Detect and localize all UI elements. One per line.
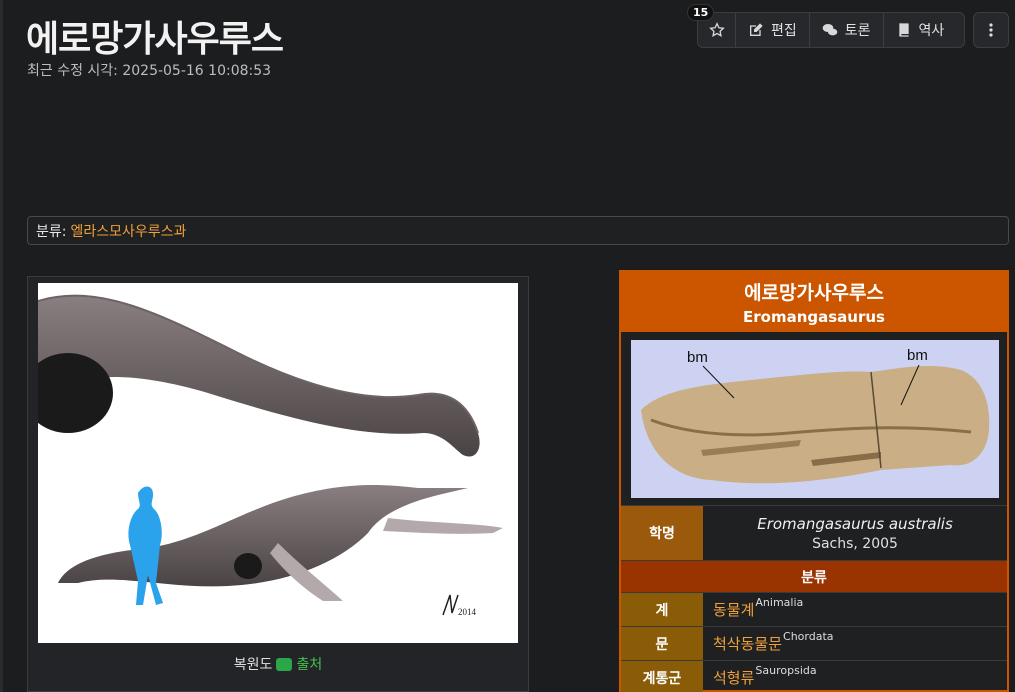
article-toolbar: 15 편집 토론 역사 — [687, 4, 965, 48]
more-options-button[interactable] — [973, 12, 1009, 48]
caption-text: 복원도 — [233, 657, 273, 673]
source-link[interactable]: 출처 — [296, 654, 322, 674]
fossil-skull-image: bm bm — [641, 347, 990, 484]
discuss-label: 토론 — [844, 23, 871, 39]
taxon-row: 문 척삭동물문 Chordata — [621, 627, 1007, 661]
infobox-title-korean: 에로망가사우루스 — [744, 282, 884, 304]
fossil-photo-cell: bm bm — [621, 332, 1007, 506]
taxon-link[interactable]: 척삭동물문 — [713, 633, 782, 654]
vertical-dots-icon — [989, 23, 993, 37]
sci-author: Sachs, 2005 — [812, 535, 898, 552]
page-title: 에로망가사우루스 — [26, 19, 284, 60]
fossil-label-left: bm — [687, 349, 708, 366]
infobox-title-latin: Eromangasaurus — [743, 308, 885, 326]
discuss-button[interactable]: 토론 — [810, 13, 884, 47]
fossil-label-right: bm — [907, 347, 928, 364]
star-button[interactable]: 15 — [687, 4, 736, 47]
category-label: 분류: — [36, 223, 67, 240]
comments-icon — [822, 24, 838, 36]
taxon-rank: 계 — [621, 593, 703, 626]
taxon-rank: 계통군 — [621, 661, 703, 692]
history-label: 역사 — [918, 23, 945, 39]
sci-name-value: Eromangasaurus australis Sachs, 2005 — [703, 506, 1007, 560]
classification-header: 분류 — [621, 561, 1007, 593]
star-count-badge: 15 — [687, 4, 715, 21]
star-icon — [708, 22, 725, 38]
sci-name-label: 학명 — [621, 506, 703, 560]
edit-button[interactable]: 편집 — [736, 13, 810, 47]
scientific-name-row: 학명 Eromangasaurus australis Sachs, 2005 — [621, 506, 1007, 561]
taxon-rank: 문 — [621, 627, 703, 660]
edit-icon — [750, 23, 763, 36]
taxon-link[interactable]: 석형류 — [713, 667, 754, 688]
taxon-link[interactable]: 동물계 — [713, 599, 754, 620]
sci-name: Eromangasaurus australis — [757, 514, 953, 533]
taxon-row: 계통군 석형류 Sauropsida — [621, 661, 1007, 692]
taxon-latin: Chordata — [783, 630, 834, 643]
last-modified: 최근 수정 시각: 2025-05-16 10:08:53 — [27, 63, 272, 79]
category-link[interactable]: 엘라스모사우루스과 — [70, 221, 186, 241]
page-left-border — [0, 0, 3, 692]
link-icon — [276, 657, 293, 671]
reconstruction-figure: 2014 복원도 출처 — [27, 276, 529, 692]
illustration-signature: 2014 — [458, 607, 477, 617]
taxon-latin: Sauropsida — [755, 664, 817, 677]
taxonomy-infobox: 에로망가사우루스 Eromangasaurus bm bm 학명 Eromang… — [619, 270, 1009, 692]
taxon-row: 계 동물계 Animalia — [621, 593, 1007, 627]
category-bar: 분류: 엘라스모사우루스과 — [27, 216, 1009, 245]
history-button[interactable]: 역사 — [884, 13, 957, 47]
fossil-photo[interactable]: bm bm — [631, 340, 999, 498]
edit-label: 편집 — [771, 23, 797, 39]
plesiosaur-illustration: 2014 — [38, 294, 503, 617]
reconstruction-image[interactable]: 2014 — [38, 283, 518, 643]
taxon-latin: Animalia — [755, 596, 804, 609]
book-icon — [898, 23, 909, 37]
figure-caption: 복원도 출처 — [28, 649, 528, 679]
infobox-header: 에로망가사우루스 Eromangasaurus — [621, 272, 1007, 332]
